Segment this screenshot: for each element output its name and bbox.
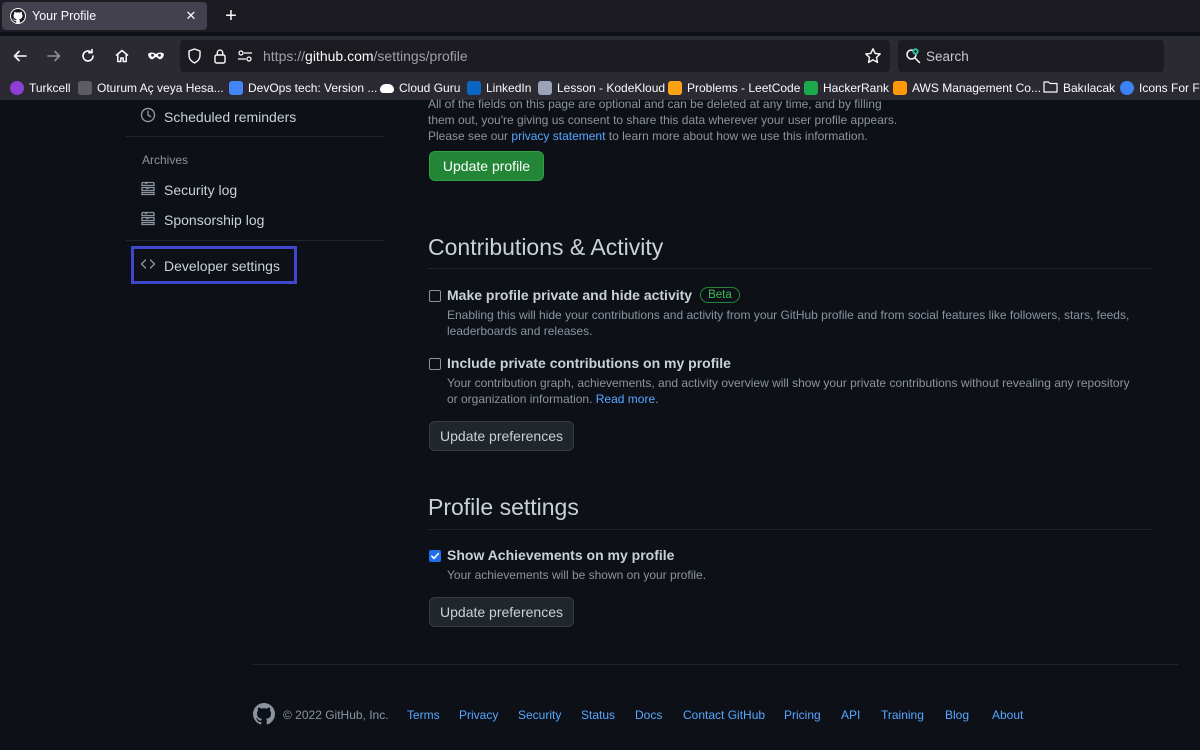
include-private-contributions-checkbox[interactable] (429, 358, 441, 370)
show-achievements-label: Show Achievements on my profile (447, 547, 675, 563)
browser-tab[interactable]: Your Profile ✕ (2, 2, 207, 30)
search-bar[interactable]: Search (898, 40, 1164, 72)
checkmark-icon (431, 552, 440, 560)
footer-link-docs[interactable]: Docs (635, 708, 662, 722)
folder-icon (1043, 80, 1058, 96)
bookmark-item[interactable]: Bakılacak (1043, 79, 1115, 97)
lock-icon[interactable] (213, 48, 227, 69)
show-achievements-note: Your achievements will be shown on your … (447, 568, 707, 582)
search-icon (905, 48, 921, 69)
sidebar-item-developer-settings[interactable]: Developer settings (140, 256, 280, 275)
footer-link-pricing[interactable]: Pricing (784, 708, 821, 722)
footer-link-security[interactable]: Security (518, 708, 561, 722)
new-tab-button[interactable]: + (220, 4, 242, 28)
update-profile-button[interactable]: Update profile (429, 151, 544, 181)
turkcell-icon (10, 81, 24, 95)
include-private-contributions-note: Your contribution graph, achievements, a… (447, 376, 1130, 406)
section-divider (428, 268, 1153, 269)
bookmark-item[interactable]: Oturum Aç veya Hesa... (78, 79, 224, 97)
icons-for-free-icon (1120, 81, 1134, 95)
archives-heading: Archives (142, 153, 189, 167)
url-text: https://github.com/settings/profile (263, 48, 468, 64)
forward-icon[interactable] (42, 44, 66, 68)
log-icon (140, 210, 156, 229)
read-more-link[interactable]: Read more. (596, 392, 659, 406)
cloud-icon (380, 83, 394, 93)
browser-nav-bar: https://github.com/settings/profile Sear… (0, 36, 1200, 76)
tab-close-icon[interactable]: ✕ (183, 8, 199, 24)
bookmark-item[interactable]: Icons For Fre (1120, 79, 1200, 97)
back-icon[interactable] (8, 44, 32, 68)
update-preferences-button[interactable]: Update preferences (429, 597, 574, 627)
sidebar-item-security-log[interactable]: Security log (140, 180, 237, 199)
google-cloud-icon (229, 81, 243, 95)
hackerrank-icon (804, 81, 818, 95)
bookmark-item[interactable]: LinkedIn (467, 79, 531, 97)
intro-text: All of the fields on this page are optio… (428, 97, 898, 143)
footer-link-training[interactable]: Training (881, 708, 924, 722)
home-icon[interactable] (110, 44, 134, 68)
search-input[interactable]: Search (926, 49, 969, 64)
clock-icon (140, 107, 156, 126)
privacy-statement-link[interactable]: privacy statement (511, 129, 605, 143)
gd-icon (78, 81, 92, 95)
url-bar[interactable]: https://github.com/settings/profile (180, 40, 890, 72)
github-favicon-icon (10, 8, 26, 24)
sidebar-item-label: Sponsorship log (164, 211, 265, 228)
sidebar-item-label: Security log (164, 181, 238, 198)
footer-link-privacy[interactable]: Privacy (459, 708, 498, 722)
log-icon (140, 180, 156, 199)
code-icon (140, 256, 156, 275)
bookmark-item[interactable]: HackerRank (804, 79, 889, 97)
footer-link-status[interactable]: Status (581, 708, 615, 722)
bookmark-item[interactable]: Problems - LeetCode (668, 79, 800, 97)
bookmark-star-icon[interactable] (864, 47, 882, 70)
bookmark-item[interactable]: Turkcell (10, 79, 71, 97)
footer-divider (253, 664, 1178, 665)
aws-icon (893, 81, 907, 95)
private-browsing-icon[interactable] (144, 44, 168, 68)
make-profile-private-checkbox[interactable] (429, 290, 441, 302)
tab-title: Your Profile (32, 9, 97, 23)
bookmark-item[interactable]: Lesson - KodeKloud (538, 79, 665, 97)
copyright-text: © 2022 GitHub, Inc. (283, 708, 389, 722)
sidebar-divider (126, 136, 384, 137)
footer-link-blog[interactable]: Blog (945, 708, 969, 722)
make-profile-private-label: Make profile private and hide activity B… (447, 287, 740, 303)
bookmark-item[interactable]: AWS Management Co... (893, 79, 1041, 97)
bookmark-item[interactable]: Cloud Guru (380, 79, 460, 97)
leetcode-icon (668, 81, 682, 95)
profile-settings-section-title: Profile settings (428, 494, 579, 520)
sidebar-item-scheduled-reminders[interactable]: Scheduled reminders (140, 107, 296, 126)
sidebar-divider (126, 240, 384, 241)
linkedin-icon (467, 81, 481, 95)
update-preferences-button[interactable]: Update preferences (429, 421, 574, 451)
reload-icon[interactable] (76, 44, 100, 68)
section-divider (428, 529, 1153, 530)
sidebar-item-label: Scheduled reminders (164, 108, 297, 125)
show-achievements-checkbox[interactable] (429, 550, 441, 562)
sidebar-item-label: Developer settings (164, 257, 280, 274)
browser-tab-bar: Your Profile ✕ + (0, 0, 1200, 32)
make-profile-private-note: Enabling this will hide your contributio… (447, 308, 1130, 338)
kodekloud-icon (538, 81, 552, 95)
github-logo-icon[interactable] (253, 703, 275, 730)
footer-link-api[interactable]: API (841, 708, 860, 722)
beta-badge: Beta (700, 287, 740, 303)
permissions-icon[interactable] (237, 49, 253, 68)
bookmark-item[interactable]: DevOps tech: Version ... (229, 79, 377, 97)
footer-link-terms[interactable]: Terms (407, 708, 440, 722)
shield-icon[interactable] (187, 48, 202, 69)
include-private-contributions-label: Include private contributions on my prof… (447, 355, 731, 371)
footer-link-contact-github[interactable]: Contact GitHub (683, 708, 765, 722)
footer-link-about[interactable]: About (992, 708, 1023, 722)
contributions-section-title: Contributions & Activity (428, 234, 664, 260)
page-footer: © 2022 GitHub, Inc. Terms Privacy Securi… (253, 702, 1153, 728)
sidebar-item-sponsorship-log[interactable]: Sponsorship log (140, 210, 264, 229)
